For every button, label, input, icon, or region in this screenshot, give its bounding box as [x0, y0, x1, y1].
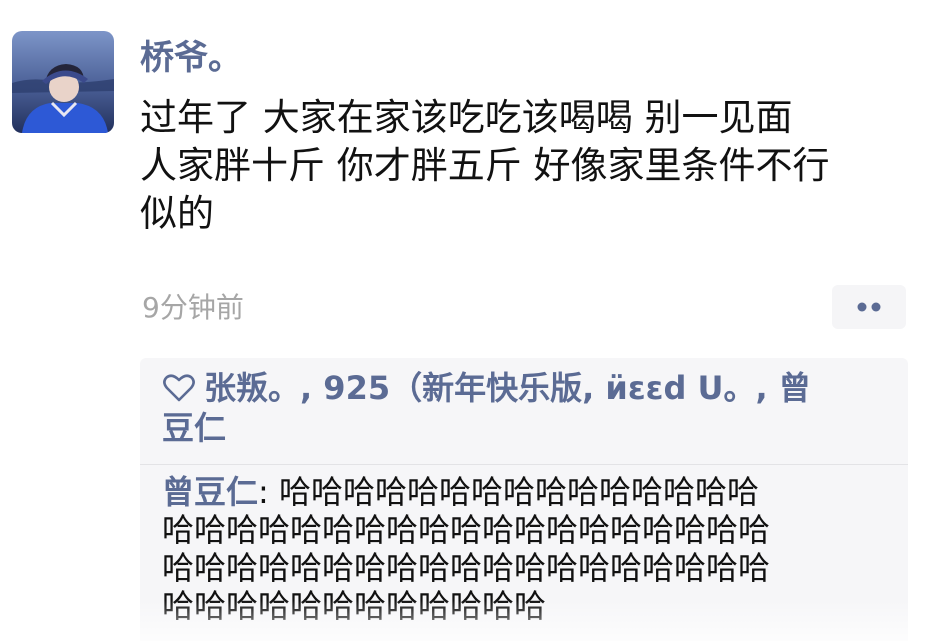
avatar-photo [12, 31, 114, 133]
divider [140, 464, 908, 465]
post-content-line: 过年了 大家在家该吃吃该喝喝 别一见面 [140, 96, 793, 139]
comment-text-line: 哈哈哈哈哈哈哈哈哈哈哈哈哈哈哈哈哈哈哈 [162, 549, 771, 587]
comment-text-line: 哈哈哈哈哈哈哈哈哈哈哈哈 [162, 587, 547, 625]
post-content-line: 人家胖十斤 你才胖五斤 好像家里条件不行 [140, 144, 830, 187]
post-timestamp: 9分钟前 [142, 291, 244, 324]
avatar[interactable] [12, 31, 114, 133]
post-content: 过年了 大家在家该吃吃该喝喝 别一见面 人家胖十斤 你才胖五斤 好像家里条件不行… [140, 94, 930, 238]
moments-post: 桥爷。 过年了 大家在家该吃吃该喝喝 别一见面 人家胖十斤 你才胖五斤 好像家里… [0, 0, 948, 641]
comment-text: 哈哈哈哈哈哈哈哈哈哈哈哈哈哈哈 [278, 473, 759, 511]
comment-separator: : [258, 473, 279, 511]
likes-line: 张叛。, 925（新年快乐版, ӥɛɛd ᑌ。, 曾 [162, 368, 892, 408]
heart-icon [163, 374, 195, 402]
interaction-panel: 张叛。, 925（新年快乐版, ӥɛɛd ᑌ。, 曾 豆仁 曾豆仁: 哈哈哈哈哈… [140, 358, 908, 641]
likers-names-line[interactable]: 张叛。, 925（新年快乐版, ӥɛɛd ᑌ。, 曾 [204, 369, 811, 407]
comment-author[interactable]: 曾豆仁 [162, 473, 258, 511]
comment-item[interactable]: 曾豆仁: 哈哈哈哈哈哈哈哈哈哈哈哈哈哈哈 哈哈哈哈哈哈哈哈哈哈哈哈哈哈哈哈哈哈哈… [162, 473, 902, 625]
comment-text-line: 哈哈哈哈哈哈哈哈哈哈哈哈哈哈哈哈哈哈哈 [162, 511, 771, 549]
comment-line: 曾豆仁: 哈哈哈哈哈哈哈哈哈哈哈哈哈哈哈 [162, 473, 902, 511]
post-author-name[interactable]: 桥爷。 [140, 34, 242, 82]
post-content-line: 似的 [140, 192, 214, 235]
more-dots-icon [857, 302, 881, 312]
more-actions-button[interactable] [832, 285, 906, 329]
likers-names-line[interactable]: 豆仁 [162, 408, 892, 448]
likes-list: 张叛。, 925（新年快乐版, ӥɛɛd ᑌ。, 曾 豆仁 [162, 368, 892, 448]
